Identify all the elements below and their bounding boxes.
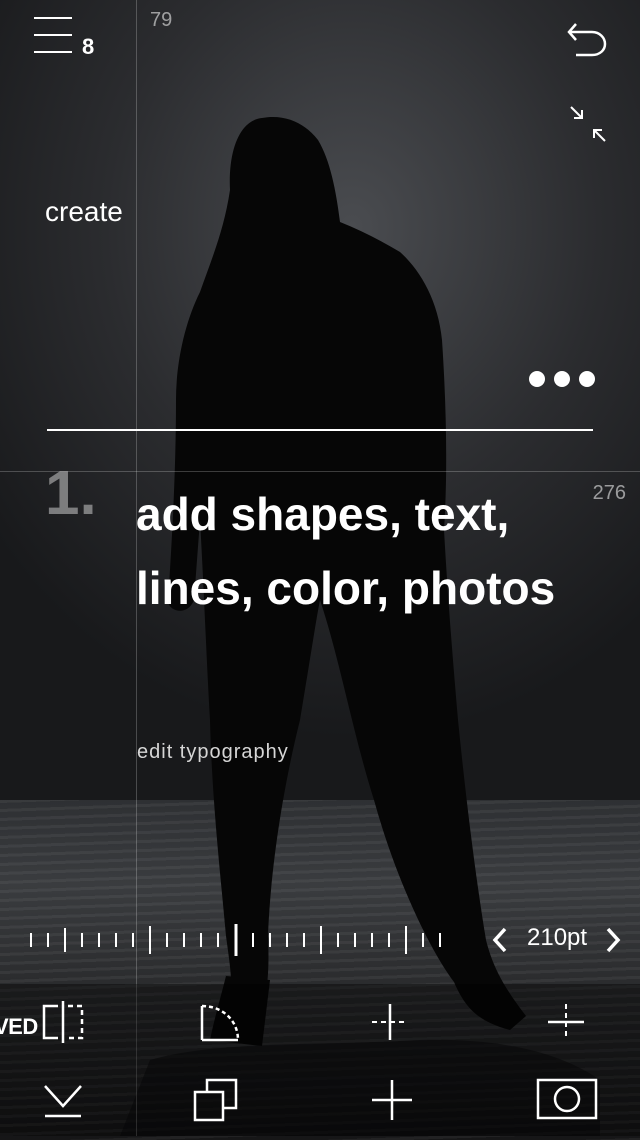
center-horizontal-guide-icon[interactable] [546, 1002, 586, 1042]
right-coordinate-readout: 276 [592, 482, 626, 504]
step-number: 1. [45, 459, 97, 528]
chevron-left-icon[interactable] [487, 922, 515, 958]
undo-arrow-icon[interactable] [566, 20, 608, 58]
shrink-arrows-icon[interactable] [568, 104, 608, 144]
camera-icon[interactable] [536, 1078, 598, 1120]
layer-count-badge[interactable]: 8 [82, 34, 94, 60]
hamburger-menu-icon[interactable] [32, 16, 74, 56]
add-plus-icon[interactable] [370, 1078, 414, 1122]
create-label[interactable]: create [45, 196, 123, 228]
headline-text[interactable]: add shapes, text, lines, color, photos [136, 477, 606, 625]
corner-radius-icon[interactable] [198, 1000, 242, 1044]
collapse-chevron-icon[interactable] [42, 1080, 84, 1120]
chevron-right-icon[interactable] [598, 922, 626, 958]
duplicate-layers-icon[interactable] [192, 1076, 240, 1124]
top-coordinate-readout: 79 [150, 9, 173, 31]
more-dots-icon[interactable] [527, 368, 597, 390]
edit-typography-link[interactable]: edit typography [137, 741, 289, 764]
divider-line [47, 429, 593, 431]
size-value-readout: 210pt [527, 924, 588, 951]
size-ruler-slider[interactable] [0, 922, 470, 958]
flip-horizontal-icon[interactable] [40, 1000, 86, 1044]
center-vertical-guide-icon[interactable] [370, 1002, 410, 1042]
saved-status-label: VED [0, 1014, 38, 1039]
